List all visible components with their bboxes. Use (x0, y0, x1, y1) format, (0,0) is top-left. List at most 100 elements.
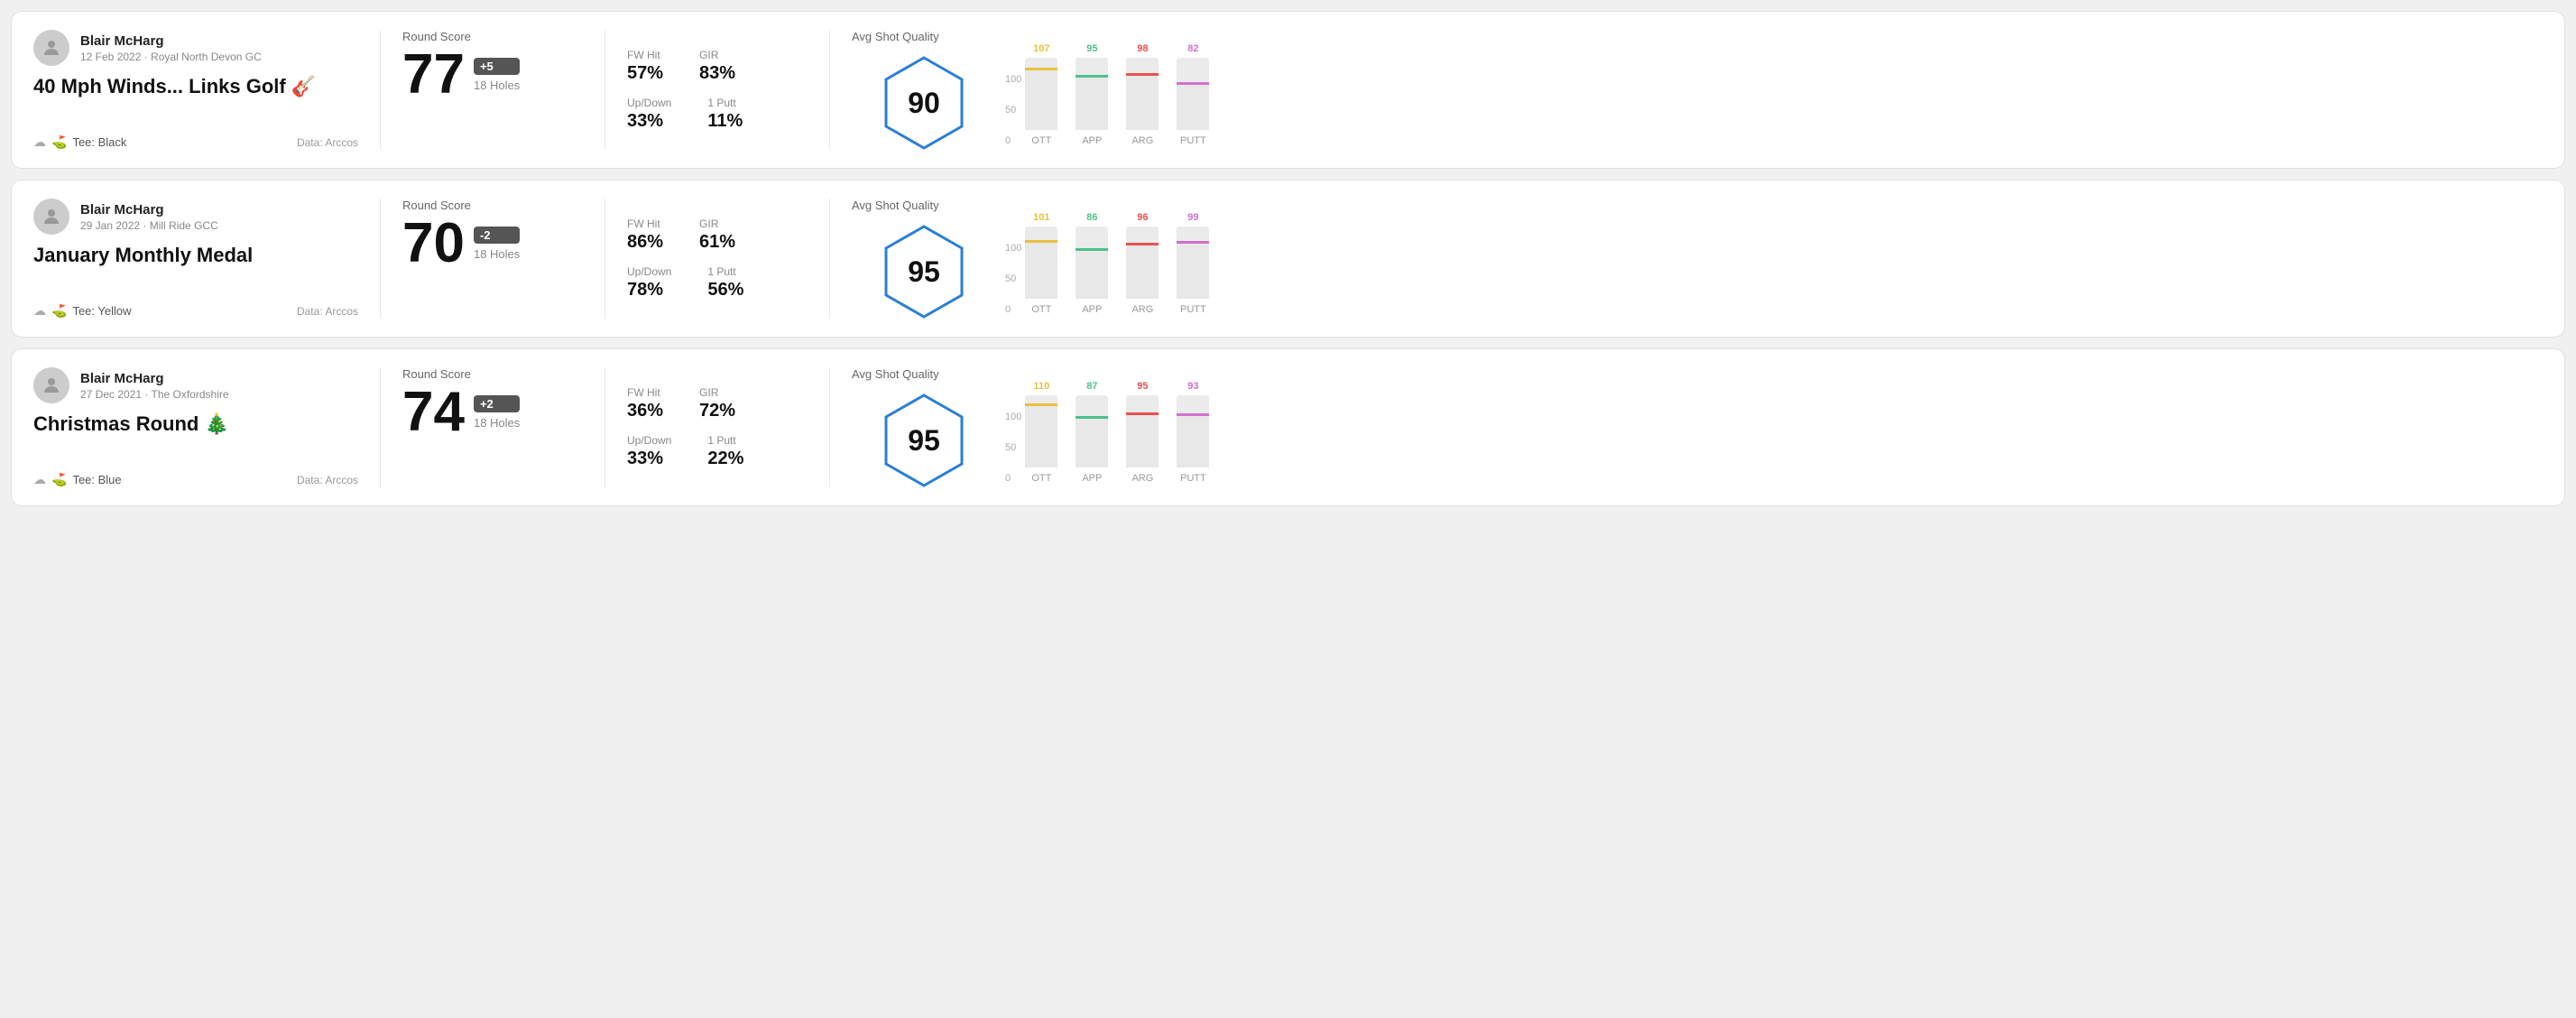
tee-info: ☁ ⛳ Tee: Yellow (33, 303, 132, 319)
divider (829, 367, 830, 487)
one-putt-label: 1 Putt (707, 265, 743, 278)
round-score-label: Round Score (402, 367, 583, 381)
divider (380, 199, 381, 319)
bottom-info: ☁ ⛳ Tee: Blue Data: Arccos (33, 472, 358, 487)
data-source: Data: Arccos (297, 136, 358, 149)
stats-row-top: FW Hit 57% GIR 83% (627, 49, 808, 84)
bar-value: 96 (1137, 212, 1148, 223)
bar-fill (1076, 78, 1108, 130)
stats-row-bottom: Up/Down 33% 1 Putt 22% (627, 434, 808, 469)
tee-info: ☁ ⛳ Tee: Black (33, 134, 126, 150)
bar-wrapper (1177, 227, 1209, 299)
bar-line (1076, 75, 1108, 78)
bar-fill (1126, 245, 1159, 299)
divider (380, 30, 381, 150)
bar-value: 110 (1033, 381, 1049, 392)
bottom-info: ☁ ⛳ Tee: Yellow Data: Arccos (33, 303, 358, 319)
updown-label: Up/Down (627, 434, 671, 447)
bar-line (1025, 240, 1057, 243)
user-details: Blair McHarg 27 Dec 2021 · The Oxfordshi… (80, 371, 229, 401)
hex-score: 95 (908, 255, 940, 289)
score-badge-group: +2 18 Holes (474, 395, 520, 430)
bar-line (1025, 68, 1057, 70)
bar-group-putt: 82 PUTT (1177, 43, 1209, 146)
user-icon (41, 375, 62, 396)
stat-one-putt: 1 Putt 22% (707, 434, 743, 469)
bar-wrapper (1126, 395, 1159, 467)
bar-value: 95 (1137, 381, 1148, 392)
user-details: Blair McHarg 12 Feb 2022 · Royal North D… (80, 33, 262, 63)
holes-text: 18 Holes (474, 247, 520, 261)
user-info: Blair McHarg 12 Feb 2022 · Royal North D… (33, 30, 358, 66)
updown-label: Up/Down (627, 97, 671, 109)
bar-group-arg: 96 ARG (1126, 212, 1159, 315)
bar-group-putt: 93 PUTT (1177, 381, 1209, 484)
chart-section: 100 50 0 110 OTT 87 APP (996, 367, 2543, 487)
bar-value: 107 (1033, 43, 1049, 54)
user-date: 27 Dec 2021 · The Oxfordshire (80, 388, 229, 401)
quality-section: Avg Shot Quality 95 (852, 199, 996, 319)
bar-line (1126, 243, 1159, 245)
round-left-section: Blair McHarg 29 Jan 2022 · Mill Ride GCC… (33, 199, 358, 319)
score-number: 74 (402, 384, 465, 440)
bar-value: 93 (1187, 381, 1198, 392)
gir-label: GIR (699, 217, 735, 230)
gir-label: GIR (699, 49, 735, 61)
bar-group-app: 87 APP (1076, 381, 1108, 484)
bar-wrapper (1076, 227, 1108, 299)
score-modifier: +2 (474, 395, 520, 412)
score-row: 74 +2 18 Holes (402, 384, 583, 440)
bar-line (1126, 412, 1159, 415)
hexagon: 95 (883, 225, 965, 319)
bar-axis-label: APP (1082, 304, 1102, 315)
updown-value: 33% (627, 111, 671, 132)
bar-wrapper (1126, 227, 1159, 299)
bar-wrapper (1076, 395, 1108, 467)
fw-hit-label: FW Hit (627, 386, 663, 399)
bar-value: 99 (1187, 212, 1198, 223)
stat-updown: Up/Down 33% (627, 434, 671, 469)
stats-row-bottom: Up/Down 33% 1 Putt 11% (627, 97, 808, 132)
divider (829, 30, 830, 150)
fw-hit-value: 57% (627, 63, 663, 84)
stats-row-top: FW Hit 86% GIR 61% (627, 217, 808, 253)
bar-wrapper (1025, 58, 1057, 130)
bar-fill (1177, 416, 1209, 467)
avg-shot-quality-label: Avg Shot Quality (852, 367, 939, 381)
bar-wrapper (1076, 58, 1108, 130)
cloud-icon: ☁ (33, 134, 46, 150)
hex-score: 95 (908, 424, 940, 458)
hex-score: 90 (908, 87, 940, 120)
round-card: Blair McHarg 12 Feb 2022 · Royal North D… (11, 11, 2565, 169)
round-title: Christmas Round 🎄 (33, 412, 358, 436)
score-row: 77 +5 18 Holes (402, 47, 583, 103)
user-info: Blair McHarg 29 Jan 2022 · Mill Ride GCC (33, 199, 358, 235)
bar-fill (1025, 406, 1057, 467)
bar-fill (1025, 70, 1057, 130)
data-source: Data: Arccos (297, 305, 358, 318)
bar-wrapper (1177, 395, 1209, 467)
bar-group-arg: 95 ARG (1126, 381, 1159, 484)
score-badge-group: -2 18 Holes (474, 227, 520, 261)
fw-hit-label: FW Hit (627, 217, 663, 230)
round-card: Blair McHarg 27 Dec 2021 · The Oxfordshi… (11, 348, 2565, 506)
stat-gir: GIR 83% (699, 49, 735, 84)
stats-row-bottom: Up/Down 78% 1 Putt 56% (627, 265, 808, 301)
avatar (33, 30, 69, 66)
quality-section: Avg Shot Quality 95 (852, 367, 996, 487)
round-title: 40 Mph Winds... Links Golf 🎸 (33, 75, 358, 98)
data-source: Data: Arccos (297, 474, 358, 486)
hexagon-container: 95 (852, 225, 996, 319)
bar-wrapper (1126, 58, 1159, 130)
bar-axis-label: PUTT (1180, 473, 1206, 484)
user-date: 12 Feb 2022 · Royal North Devon GC (80, 51, 262, 63)
quality-section: Avg Shot Quality 90 (852, 30, 996, 150)
bar-axis-label: ARG (1131, 473, 1153, 484)
round-score-label: Round Score (402, 199, 583, 212)
stats-section: FW Hit 57% GIR 83% Up/Down 33% 1 Putt 11… (627, 30, 808, 150)
bar-line (1076, 416, 1108, 419)
one-putt-value: 56% (707, 280, 743, 301)
avg-shot-quality-label: Avg Shot Quality (852, 30, 939, 43)
tee-info: ☁ ⛳ Tee: Blue (33, 472, 122, 487)
tee-label: Tee: Black (72, 135, 126, 149)
